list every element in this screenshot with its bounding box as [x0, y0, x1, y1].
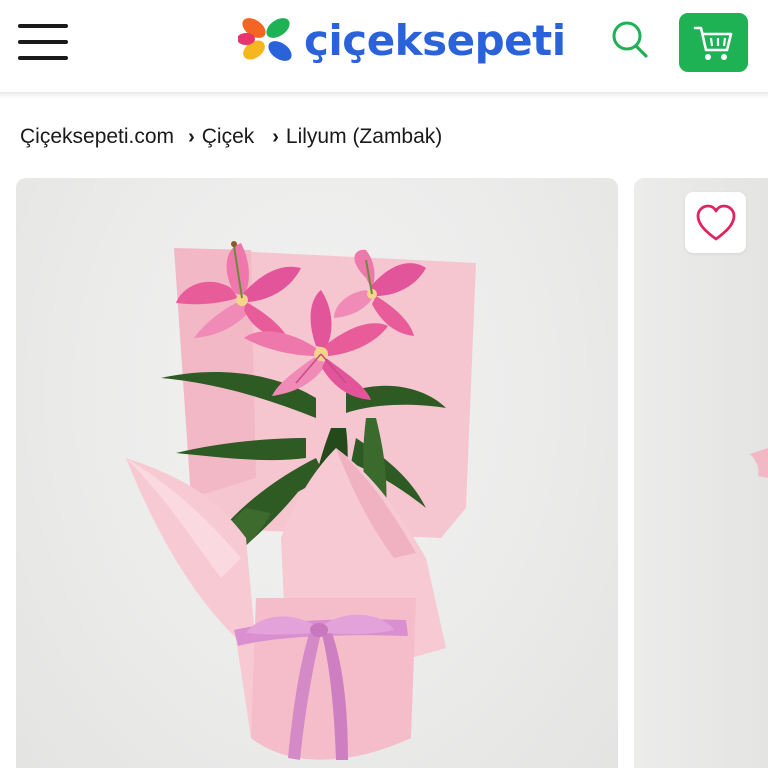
header-divider [0, 92, 768, 98]
hamburger-menu-icon [18, 56, 68, 60]
hamburger-menu-icon [18, 40, 68, 44]
cart-button[interactable] [679, 13, 748, 72]
breadcrumb-home[interactable]: Çiçeksepeti.com [20, 125, 174, 149]
logo-text: çiçeksepeti [304, 15, 566, 65]
search-button[interactable] [608, 18, 652, 62]
menu-button[interactable] [18, 22, 70, 64]
product-image-next[interactable] [634, 178, 768, 768]
heart-icon [696, 204, 735, 240]
search-icon [612, 21, 648, 58]
product-image-main[interactable] [16, 178, 618, 768]
breadcrumb-current[interactable]: Lilyum (Zambak) [286, 125, 442, 149]
logo-flower-icon [238, 18, 292, 61]
chevron-right-icon: › [188, 125, 195, 148]
hamburger-menu-icon [18, 24, 68, 28]
cart-icon [693, 26, 732, 60]
breadcrumb-category[interactable]: Çiçek [202, 125, 255, 149]
site-logo[interactable]: çiçeksepeti [238, 14, 566, 66]
next-image-preview [750, 448, 768, 478]
product-image-gallery[interactable] [0, 178, 768, 768]
chevron-right-icon: › [272, 125, 279, 148]
breadcrumb: Çiçeksepeti.com › Çiçek › Lilyum (Zambak… [20, 122, 442, 152]
top-header: çiçeksepeti [0, 0, 768, 92]
lily-bouquet-image [126, 241, 476, 760]
favorite-button[interactable] [685, 192, 746, 253]
